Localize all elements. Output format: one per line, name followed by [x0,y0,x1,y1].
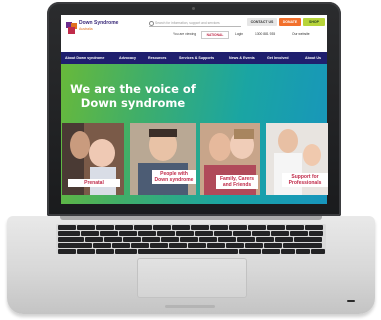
camera-icon [192,7,195,10]
nav-item-news-events[interactable]: News & Events [229,52,255,64]
nav-item-advocacy[interactable]: Advocacy [119,52,136,64]
viewing-label: You are viewing [173,32,197,36]
card-prenatal[interactable]: Prenatal [62,123,124,195]
card-label-family-carers-friends: Family, Carers and Friends [216,175,258,189]
site-header: Down Syndrome Australia Search for infor… [61,15,327,52]
laptop-hinge [60,216,322,220]
trackpad[interactable] [137,258,247,298]
search-icon [149,21,154,26]
main-nav: About Down syndrome Advocacy Resources S… [61,52,327,64]
nav-item-resources[interactable]: Resources [148,52,166,64]
search-input[interactable]: Search for information, support and serv… [149,20,241,27]
site-logo[interactable]: Down Syndrome Australia [79,20,119,32]
card-support-for-professionals[interactable]: Support for Professionals [266,123,328,195]
hero-title: We are the voice of Down syndrome [0,82,266,110]
logo-title: Down Syndrome [79,20,119,26]
card-label-support-for-professionals: Support for Professionals [282,173,328,187]
card-label-people-with-down-syndrome: People with Down syndrome [152,170,196,184]
card-family-carers-friends[interactable]: Family, Carers and Friends [200,123,260,195]
card-photo [130,123,196,195]
key-row [58,237,322,242]
search-placeholder: Search for information, support and serv… [155,21,220,25]
contact-us-button[interactable]: CONTACT US [247,18,277,26]
keyboard [56,224,326,254]
key-row [58,225,323,230]
key-row [58,243,322,248]
key-row [58,249,325,254]
card-people-with-down-syndrome[interactable]: People with Down syndrome [130,123,196,195]
shop-button[interactable]: SHOP [303,18,325,26]
nav-item-services-supports[interactable]: Services & Supports [179,52,214,64]
donate-button[interactable]: DONATE [279,18,301,26]
nav-item-about-us[interactable]: About Us [305,52,321,64]
logo-subtitle: Australia [79,26,93,31]
card-label-prenatal: Prenatal [68,179,120,187]
nav-item-about-down-syndrome[interactable]: About Down syndrome [65,52,104,64]
nav-item-get-involved[interactable]: Get Involved [267,52,289,64]
login-link[interactable]: Login [235,32,243,36]
website-link[interactable]: Our website [292,32,310,36]
region-select[interactable]: NATIONAL [201,30,229,39]
front-notch [165,305,215,308]
status-led-icon [347,300,355,302]
hero-title-line-1: We are the voice of [70,82,196,96]
key-row [58,231,323,236]
hero-title-line-2: Down syndrome [80,96,186,110]
phone-link[interactable]: 1300 881 935 [255,32,275,36]
logo-icon [66,22,77,34]
